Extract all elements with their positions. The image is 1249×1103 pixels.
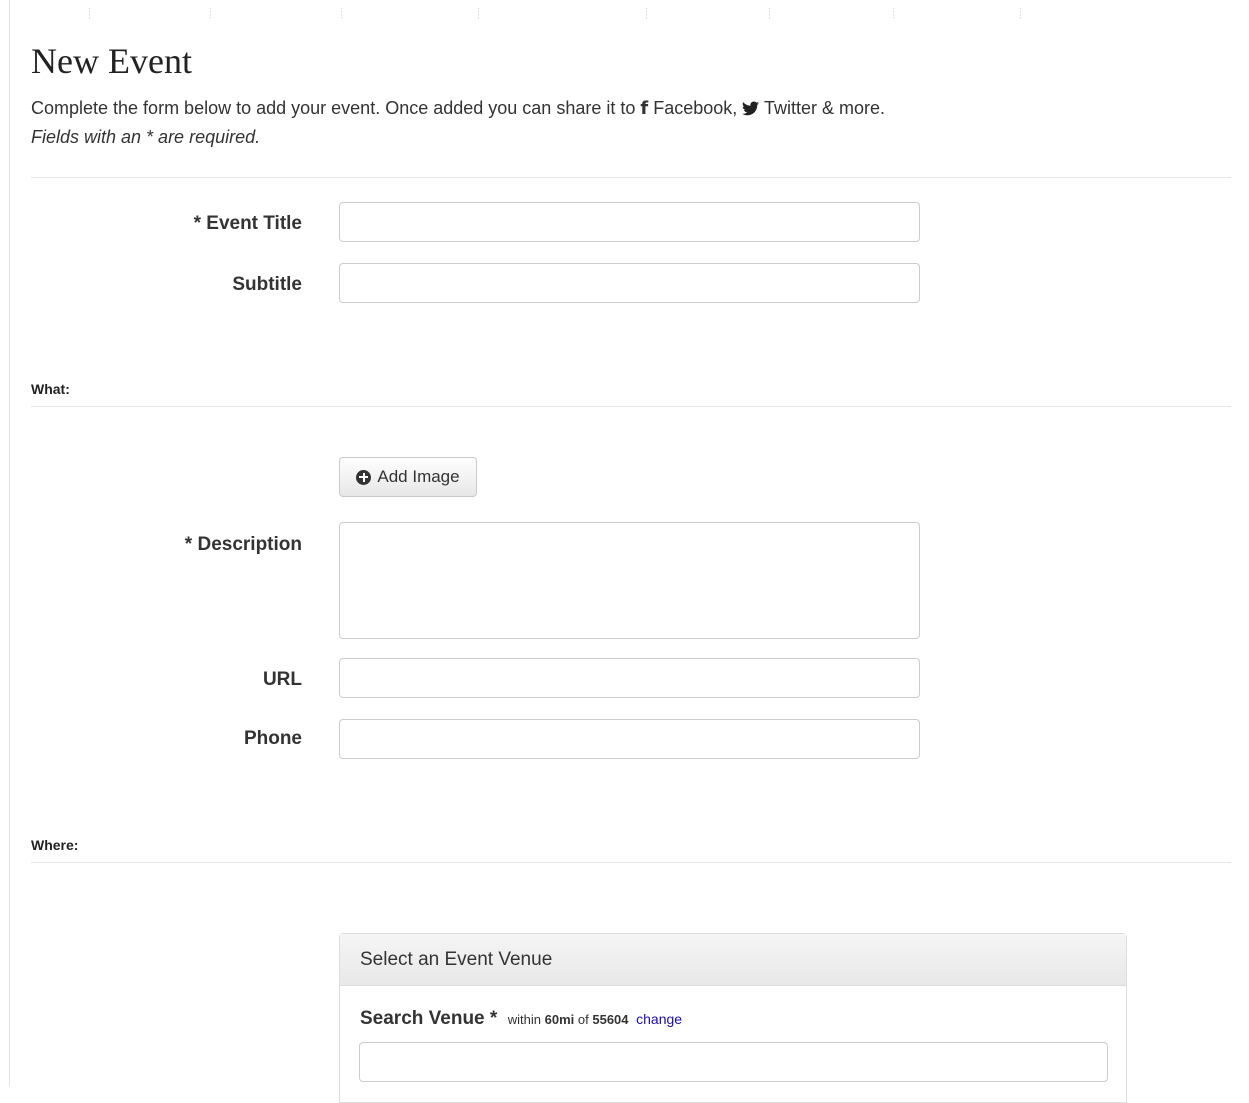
venue-panel: Select an Event Venue Search Venue * wit… [339, 933, 1127, 1103]
what-divider [31, 406, 1231, 407]
header-divider [31, 177, 1231, 178]
venue-search-label: Search Venue * [360, 1008, 498, 1029]
plus-circle-icon [356, 469, 372, 485]
url-input[interactable] [339, 658, 920, 698]
facebook-label: Facebook, [653, 98, 738, 118]
what-section-heading: What: [31, 381, 70, 397]
venue-search-input[interactable] [359, 1042, 1108, 1082]
phone-label: Phone [243, 728, 302, 749]
add-image-label: Add Image [377, 467, 460, 486]
twitter-icon [742, 101, 760, 116]
venue-panel-title: Select an Event Venue [340, 934, 1126, 986]
intro-text: Complete the form below to add your even… [31, 98, 885, 119]
top-tick-marks [0, 0, 1249, 20]
description-label: * Description [184, 534, 302, 555]
twitter-label: Twitter & more. [764, 98, 886, 118]
event-title-label: * Event Title [193, 213, 302, 234]
facebook-icon: f [640, 98, 649, 119]
intro-sentence: Complete the form below to add your even… [31, 98, 636, 118]
venue-within-word: within [507, 1012, 541, 1027]
event-title-input[interactable] [339, 202, 920, 242]
venue-change-link[interactable]: change [636, 1011, 682, 1027]
page-title: New Event [31, 41, 192, 81]
venue-of-word: of [577, 1012, 589, 1027]
venue-zip: 55604 [592, 1012, 629, 1027]
url-label: URL [262, 669, 302, 690]
venue-search-row: Search Venue * within 60mi of 55604 chan… [360, 1008, 682, 1030]
venue-distance: 60mi [544, 1012, 575, 1027]
where-section-heading: Where: [31, 837, 79, 853]
description-textarea[interactable] [339, 522, 920, 639]
phone-input[interactable] [339, 719, 920, 759]
subtitle-input[interactable] [339, 263, 920, 303]
subtitle-label: Subtitle [232, 274, 302, 295]
add-image-button[interactable]: Add Image [339, 457, 477, 497]
required-note: Fields with an * are required. [31, 127, 261, 147]
venue-radius-text: within 60mi of 55604 [508, 1012, 632, 1027]
where-divider [31, 862, 1231, 863]
